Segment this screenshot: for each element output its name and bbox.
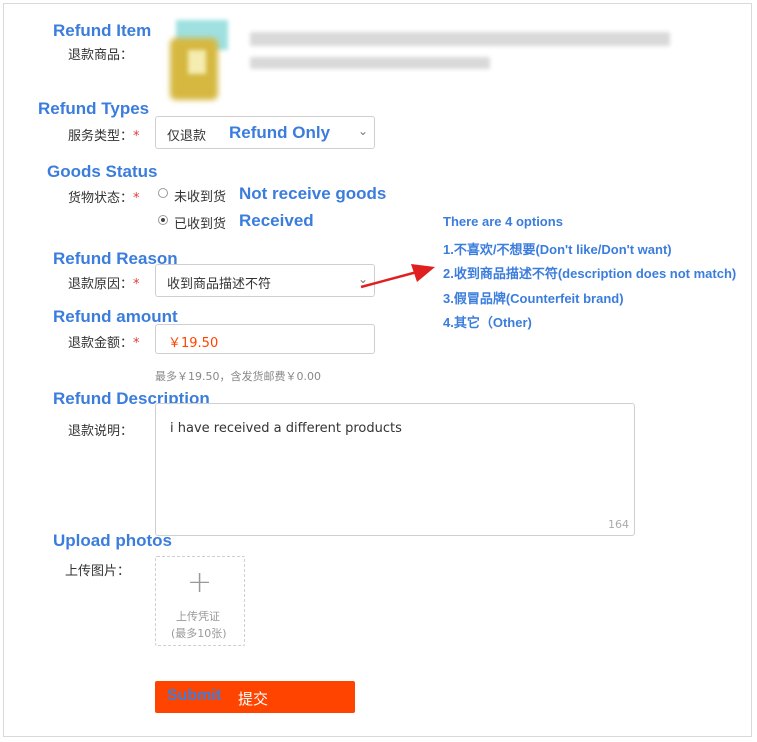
radio-not-received[interactable]: [158, 188, 168, 198]
options-annotation-item: 4.其它（Other): [443, 315, 532, 330]
refund-description-textarea[interactable]: i have received a different products 164: [155, 403, 635, 536]
service-type-value: 仅退款: [167, 129, 207, 144]
received-annotation: Received: [239, 211, 314, 230]
options-annotation-item: 1.不喜欢/不想要(Don't like/Don't want): [443, 242, 672, 257]
goods-status-heading: Goods Status: [47, 162, 158, 181]
options-annotation-title: There are 4 options: [443, 214, 563, 229]
not-receive-annotation: Not receive goods: [239, 184, 387, 203]
submit-label-cn: 提交: [238, 690, 269, 708]
upload-photos-heading: Upload photos: [53, 531, 172, 550]
upload-line1: 上传凭证: [176, 610, 220, 623]
refund-reason-label: 退款原因：*: [68, 277, 140, 292]
refund-item-heading: Refund Item: [53, 21, 152, 40]
refund-item-label: 退款商品：: [68, 48, 134, 63]
refund-types-heading: Refund Types: [38, 99, 150, 118]
product-title-blurred: [250, 32, 670, 46]
options-annotation-item: 3.假冒品牌(Counterfeit brand): [443, 291, 624, 306]
upload-button[interactable]: + 上传凭证 (最多10张): [155, 556, 245, 646]
refund-reason-value: 收到商品描述不符: [167, 277, 272, 292]
refund-description-label: 退款说明：: [68, 424, 134, 439]
refund-only-annotation: Refund Only: [229, 123, 331, 142]
product-spec-blurred: [250, 57, 490, 69]
upload-line2: (最多10张): [171, 627, 227, 640]
goods-status-label: 货物状态：*: [68, 191, 140, 206]
refund-description-text: i have received a different products: [170, 421, 402, 436]
radio-received-label[interactable]: 已收到货: [174, 213, 226, 232]
service-type-label: 服务类型：*: [68, 129, 140, 144]
refund-amount-value: ￥19.50: [168, 336, 219, 351]
submit-label-en: Submit: [167, 687, 222, 704]
radio-received[interactable]: [158, 215, 168, 225]
radio-not-received-label[interactable]: 未收到货: [174, 186, 226, 205]
plus-icon: +: [187, 565, 213, 600]
refund-amount-label: 退款金额：*: [68, 336, 140, 351]
character-counter: 164: [608, 518, 629, 531]
refund-amount-input[interactable]: ￥19.50: [155, 324, 375, 354]
refund-reason-select[interactable]: 收到商品描述不符 ⌄: [155, 264, 375, 297]
product-thumbnail[interactable]: [168, 20, 234, 102]
submit-button[interactable]: Submit 提交: [155, 681, 355, 713]
service-type-select[interactable]: 仅退款 Refund Only ⌄: [155, 116, 375, 149]
upload-photos-label: 上传图片：: [65, 564, 131, 579]
chevron-down-icon: ⌄: [358, 124, 369, 138]
refund-amount-hint: 最多￥19.50，含发货邮费￥0.00: [155, 370, 321, 383]
arrow-annotation-icon: [360, 264, 435, 289]
options-annotation-item: 2.收到商品描述不符(description does not match): [443, 266, 737, 281]
